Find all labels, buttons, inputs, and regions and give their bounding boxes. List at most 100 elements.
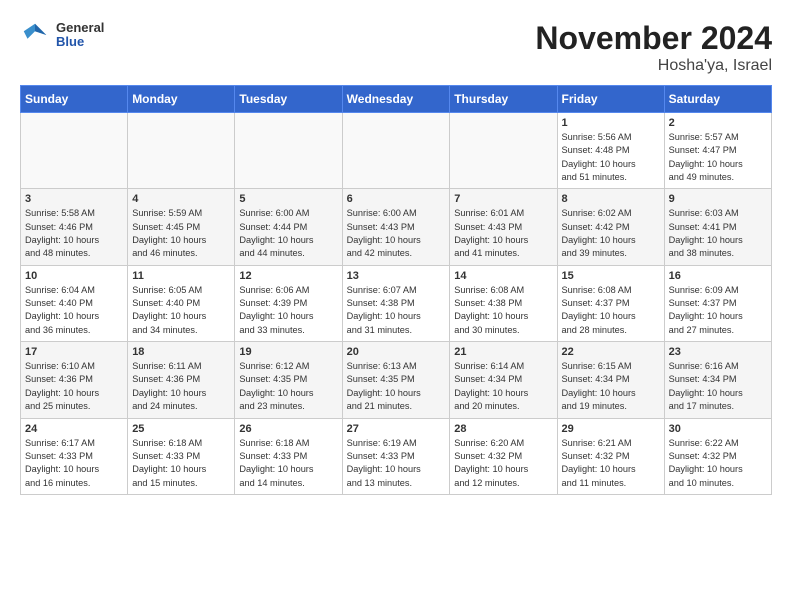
day-info: Sunrise: 6:19 AM Sunset: 4:33 PM Dayligh… — [347, 437, 446, 490]
day-info: Sunrise: 6:09 AM Sunset: 4:37 PM Dayligh… — [669, 284, 767, 337]
calendar-day-cell: 27 Sunrise: 6:19 AM Sunset: 4:33 PM Dayli… — [342, 418, 450, 494]
day-info: Sunrise: 6:05 AM Sunset: 4:40 PM Dayligh… — [132, 284, 230, 337]
calendar-day-cell — [21, 113, 128, 189]
day-info: Sunrise: 6:13 AM Sunset: 4:35 PM Dayligh… — [347, 360, 446, 413]
logo-blue: Blue — [56, 35, 104, 49]
weekday-header: Sunday — [21, 86, 128, 113]
calendar-day-cell: 7 Sunrise: 6:01 AM Sunset: 4:43 PM Daylig… — [450, 189, 557, 265]
day-info: Sunrise: 6:21 AM Sunset: 4:32 PM Dayligh… — [562, 437, 660, 490]
calendar-day-cell: 24Sunrise: 6:17 AM Sunset: 4:33 PM Dayli… — [21, 418, 128, 494]
day-info: Sunrise: 6:12 AM Sunset: 4:35 PM Dayligh… — [239, 360, 337, 413]
calendar-day-cell — [235, 113, 342, 189]
day-number: 9 — [669, 193, 767, 205]
day-number: 4 — [132, 193, 230, 205]
calendar-day-cell: 6Sunrise: 6:00 AM Sunset: 4:43 PM Daylig… — [342, 189, 450, 265]
day-number: 20 — [347, 346, 446, 358]
day-number: 5 — [239, 193, 337, 205]
day-info: Sunrise: 6:10 AM Sunset: 4:36 PM Dayligh… — [25, 360, 123, 413]
day-number: 3 — [25, 193, 123, 205]
day-info: Sunrise: 5:58 AM Sunset: 4:46 PM Dayligh… — [25, 207, 123, 260]
calendar-day-cell: 18 Sunrise: 6:11 AM Sunset: 4:36 PM Dayli… — [128, 342, 235, 418]
day-number: 1 — [562, 117, 660, 129]
day-info: Sunrise: 6:11 AM Sunset: 4:36 PM Dayligh… — [132, 360, 230, 413]
day-info: Sunrise: 6:22 AM Sunset: 4:32 PM Dayligh… — [669, 437, 767, 490]
day-number: 24 — [25, 423, 123, 435]
day-number: 17 — [25, 346, 123, 358]
calendar-day-cell: 13Sunrise: 6:07 AM Sunset: 4:38 PM Dayli… — [342, 265, 450, 341]
logo: General Blue — [20, 20, 104, 50]
day-number: 22 — [562, 346, 660, 358]
day-number: 12 — [239, 270, 337, 282]
day-info: Sunrise: 6:01 AM Sunset: 4:43 PM Dayligh… — [454, 207, 552, 260]
calendar-week-row: 17 Sunrise: 6:10 AM Sunset: 4:36 PM Dayli… — [21, 342, 772, 418]
page-header: General Blue November 2024 Hosha'ya, Isr… — [20, 20, 772, 75]
calendar-day-cell: 22 Sunrise: 6:15 AM Sunset: 4:34 PM Dayli… — [557, 342, 664, 418]
calendar-day-cell: 30Sunrise: 6:22 AM Sunset: 4:32 PM Dayli… — [664, 418, 771, 494]
weekday-header: Tuesday — [235, 86, 342, 113]
calendar-day-cell — [450, 113, 557, 189]
day-number: 16 — [669, 270, 767, 282]
calendar-week-row: 1 Sunrise: 5:56 AM Sunset: 4:48 PM Daylig… — [21, 113, 772, 189]
title-area: November 2024 Hosha'ya, Israel — [535, 20, 772, 75]
weekday-header: Wednesday — [342, 86, 450, 113]
day-info: Sunrise: 5:59 AM Sunset: 4:45 PM Dayligh… — [132, 207, 230, 260]
day-number: 7 — [454, 193, 552, 205]
day-info: Sunrise: 6:18 AM Sunset: 4:33 PM Dayligh… — [132, 437, 230, 490]
day-info: Sunrise: 5:56 AM Sunset: 4:48 PM Dayligh… — [562, 131, 660, 184]
day-number: 2 — [669, 117, 767, 129]
calendar-table: SundayMondayTuesdayWednesdayThursdayFrid… — [20, 85, 772, 495]
page-subtitle: Hosha'ya, Israel — [535, 57, 772, 75]
day-number: 15 — [562, 270, 660, 282]
calendar-day-cell: 5 Sunrise: 6:00 AM Sunset: 4:44 PM Daylig… — [235, 189, 342, 265]
calendar-day-cell: 2Sunrise: 5:57 AM Sunset: 4:47 PM Daylig… — [664, 113, 771, 189]
page-title: November 2024 — [535, 20, 772, 57]
day-number: 23 — [669, 346, 767, 358]
calendar-day-cell: 29 Sunrise: 6:21 AM Sunset: 4:32 PM Dayli… — [557, 418, 664, 494]
day-info: Sunrise: 6:16 AM Sunset: 4:34 PM Dayligh… — [669, 360, 767, 413]
logo-general: General — [56, 21, 104, 35]
day-number: 21 — [454, 346, 552, 358]
day-info: Sunrise: 6:04 AM Sunset: 4:40 PM Dayligh… — [25, 284, 123, 337]
day-info: Sunrise: 6:02 AM Sunset: 4:42 PM Dayligh… — [562, 207, 660, 260]
calendar-day-cell: 26 Sunrise: 6:18 AM Sunset: 4:33 PM Dayli… — [235, 418, 342, 494]
calendar-day-cell: 14Sunrise: 6:08 AM Sunset: 4:38 PM Dayli… — [450, 265, 557, 341]
day-info: Sunrise: 6:06 AM Sunset: 4:39 PM Dayligh… — [239, 284, 337, 337]
day-number: 19 — [239, 346, 337, 358]
day-number: 10 — [25, 270, 123, 282]
calendar-week-row: 3 Sunrise: 5:58 AM Sunset: 4:46 PM Daylig… — [21, 189, 772, 265]
calendar-day-cell: 15Sunrise: 6:08 AM Sunset: 4:37 PM Dayli… — [557, 265, 664, 341]
day-info: Sunrise: 6:15 AM Sunset: 4:34 PM Dayligh… — [562, 360, 660, 413]
calendar-day-cell: 17 Sunrise: 6:10 AM Sunset: 4:36 PM Dayli… — [21, 342, 128, 418]
day-info: Sunrise: 6:00 AM Sunset: 4:44 PM Dayligh… — [239, 207, 337, 260]
calendar-day-cell: 28Sunrise: 6:20 AM Sunset: 4:32 PM Dayli… — [450, 418, 557, 494]
calendar-day-cell: 21 Sunrise: 6:14 AM Sunset: 4:34 PM Dayli… — [450, 342, 557, 418]
day-number: 26 — [239, 423, 337, 435]
calendar-day-cell: 4 Sunrise: 5:59 AM Sunset: 4:45 PM Daylig… — [128, 189, 235, 265]
calendar-week-row: 10 Sunrise: 6:04 AM Sunset: 4:40 PM Dayli… — [21, 265, 772, 341]
weekday-header: Saturday — [664, 86, 771, 113]
day-info: Sunrise: 6:18 AM Sunset: 4:33 PM Dayligh… — [239, 437, 337, 490]
calendar-day-cell — [128, 113, 235, 189]
calendar-day-cell: 23 Sunrise: 6:16 AM Sunset: 4:34 PM Dayli… — [664, 342, 771, 418]
weekday-header: Thursday — [450, 86, 557, 113]
calendar-week-row: 24Sunrise: 6:17 AM Sunset: 4:33 PM Dayli… — [21, 418, 772, 494]
day-info: Sunrise: 6:07 AM Sunset: 4:38 PM Dayligh… — [347, 284, 446, 337]
day-info: Sunrise: 6:00 AM Sunset: 4:43 PM Dayligh… — [347, 207, 446, 260]
day-info: Sunrise: 6:08 AM Sunset: 4:38 PM Dayligh… — [454, 284, 552, 337]
weekday-header-row: SundayMondayTuesdayWednesdayThursdayFrid… — [21, 86, 772, 113]
calendar-day-cell: 12 Sunrise: 6:06 AM Sunset: 4:39 PM Dayli… — [235, 265, 342, 341]
calendar-day-cell: 19 Sunrise: 6:12 AM Sunset: 4:35 PM Dayli… — [235, 342, 342, 418]
day-number: 18 — [132, 346, 230, 358]
calendar-day-cell: 25 Sunrise: 6:18 AM Sunset: 4:33 PM Dayli… — [128, 418, 235, 494]
day-number: 11 — [132, 270, 230, 282]
day-number: 28 — [454, 423, 552, 435]
logo-bird-icon — [20, 20, 50, 50]
weekday-header: Monday — [128, 86, 235, 113]
day-number: 27 — [347, 423, 446, 435]
calendar-day-cell: 3 Sunrise: 5:58 AM Sunset: 4:46 PM Daylig… — [21, 189, 128, 265]
day-info: Sunrise: 6:14 AM Sunset: 4:34 PM Dayligh… — [454, 360, 552, 413]
calendar-day-cell: 11 Sunrise: 6:05 AM Sunset: 4:40 PM Dayli… — [128, 265, 235, 341]
calendar-day-cell: 10 Sunrise: 6:04 AM Sunset: 4:40 PM Dayli… — [21, 265, 128, 341]
day-number: 25 — [132, 423, 230, 435]
day-number: 29 — [562, 423, 660, 435]
